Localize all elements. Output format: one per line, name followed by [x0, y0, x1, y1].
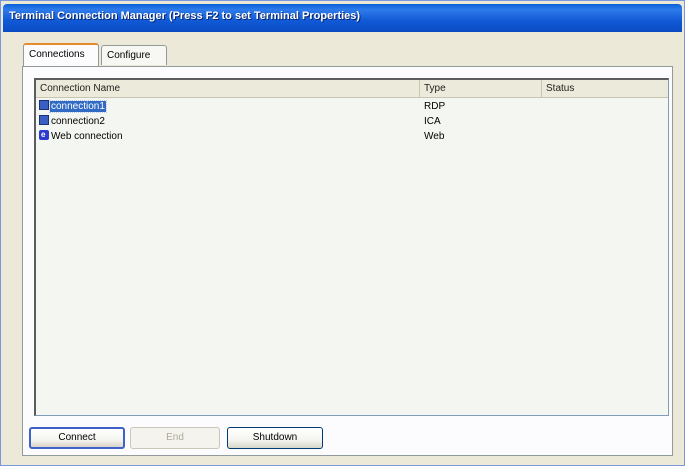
monitor-icon: [39, 115, 49, 125]
shutdown-button[interactable]: Shutdown: [227, 427, 323, 449]
list-item[interactable]: connection1 RDP: [36, 99, 668, 114]
list-header: Connection Name Type Status: [36, 80, 668, 98]
connection-type: RDP: [424, 101, 446, 112]
list-item[interactable]: connection2 ICA: [36, 114, 668, 129]
title-bar[interactable]: Terminal Connection Manager (Press F2 to…: [3, 4, 682, 32]
connection-name: connection2: [51, 116, 105, 127]
connection-name-cell: Web connection: [39, 127, 124, 144]
tab-connections[interactable]: Connections: [23, 43, 99, 66]
column-header-type[interactable]: Type: [420, 80, 542, 97]
connection-type: Web: [424, 131, 445, 142]
connect-button[interactable]: Connect: [29, 427, 125, 449]
connection-name: Web connection: [51, 131, 123, 142]
connection-type: ICA: [424, 116, 441, 127]
web-browser-icon: [39, 127, 49, 142]
terminal-connection-manager-window: Terminal Connection Manager (Press F2 to…: [0, 0, 685, 466]
column-header-status[interactable]: Status: [542, 80, 668, 97]
window-title: Terminal Connection Manager (Press F2 to…: [9, 10, 361, 22]
tab-configure[interactable]: Configure: [101, 45, 167, 65]
connections-list[interactable]: Connection Name Type Status connection1 …: [34, 78, 669, 416]
end-button: End: [130, 427, 220, 449]
monitor-icon: [39, 100, 49, 110]
connection-name: connection1: [49, 100, 107, 113]
column-header-connection-name[interactable]: Connection Name: [36, 80, 420, 97]
list-item[interactable]: Web connection Web: [36, 127, 668, 144]
connection-name-cell: connection2: [39, 114, 106, 129]
connection-name-cell: connection1: [39, 99, 107, 114]
